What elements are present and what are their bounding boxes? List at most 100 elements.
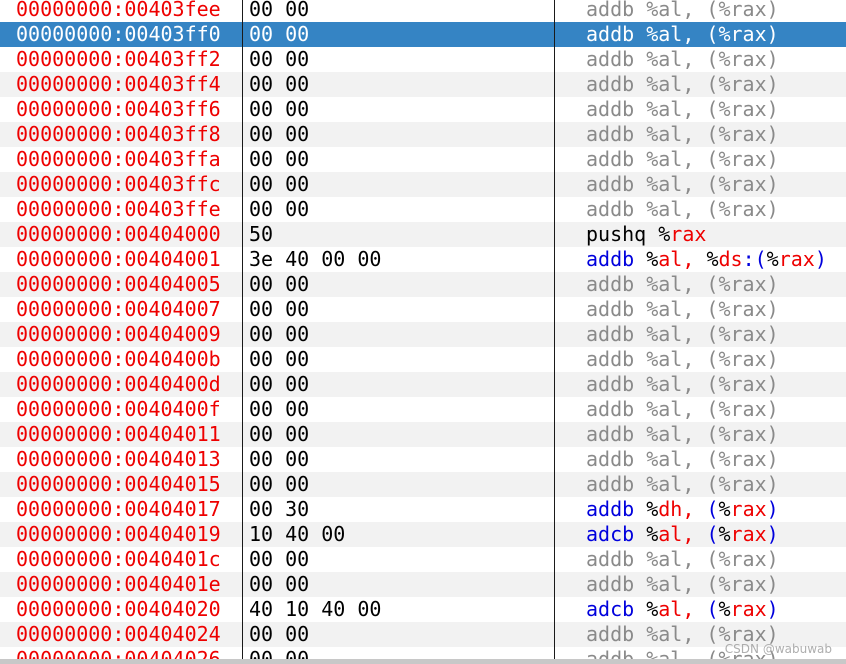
instruction-token: % — [718, 497, 731, 521]
address-cell: 00000000:00404020 — [16, 597, 221, 621]
bytes-cell: 00 00 — [249, 272, 310, 296]
instruction-token: % — [718, 522, 731, 546]
bytes-cell: 00 00 — [249, 97, 310, 121]
table-row[interactable]: 00000000:00404011 00 00 addb %al, (%rax) — [0, 422, 846, 447]
instruction-cell: addb %al, (%rax) — [586, 122, 779, 147]
table-row[interactable]: 00000000:00404020 40 10 40 00 adcb %al, (%… — [0, 597, 846, 622]
instruction-token: % — [646, 247, 659, 271]
instruction-token: addb %al, (%rax) — [586, 447, 779, 471]
address-cell: 00000000:0040401c — [16, 547, 221, 571]
table-row[interactable]: 00000000:00404001 3e 40 00 00 addb %al, %d… — [0, 247, 846, 272]
address-cell: 00000000:00404001 — [16, 247, 221, 271]
instruction-token: addb — [586, 247, 647, 271]
instruction-cell: addb %al, (%rax) — [586, 47, 779, 72]
instruction-token: addb %al, (%rax) — [586, 547, 779, 571]
instruction-cell: addb %al, %ds:(%rax) — [586, 247, 827, 272]
instruction-token: addb %al, (%rax) — [586, 572, 779, 596]
table-row[interactable]: 00000000:00403ffc 00 00 addb %al, (%rax) — [0, 172, 846, 197]
bytes-cell: 00 00 — [249, 572, 310, 596]
instruction-cell: addb %al, (%rax) — [586, 397, 779, 422]
table-row[interactable]: 00000000:0040401c 00 00 addb %al, (%rax) — [0, 547, 846, 572]
instruction-cell: addb %dh, (%rax) — [586, 497, 779, 522]
table-row[interactable]: 00000000:00404019 10 40 00 adcb %al, (%rax… — [0, 522, 846, 547]
table-row[interactable]: 00000000:00403fee 00 00 addb %al, (%rax) — [0, 0, 846, 22]
instruction-token: addb %al, (%rax) — [586, 397, 779, 421]
instruction-token: dh, — [658, 497, 707, 521]
table-row[interactable]: 00000000:00404005 00 00 addb %al, (%rax) — [0, 272, 846, 297]
table-row[interactable]: 00000000:00404009 00 00 addb %al, (%rax) — [0, 322, 846, 347]
table-row[interactable]: 00000000:00403ff2 00 00 addb %al, (%rax) — [0, 47, 846, 72]
instruction-token: :( — [742, 247, 767, 271]
instruction-token: ( — [706, 522, 719, 546]
instruction-token: pushq % — [586, 222, 671, 246]
bytes-cell: 00 00 — [249, 22, 310, 46]
bytes-cell: 00 00 — [249, 472, 310, 496]
instruction-token: rax — [730, 497, 767, 521]
disassembly-rows[interactable]: 00000000:00403fee 00 00 addb %al, (%rax) 00… — [0, 0, 846, 664]
address-cell: 00000000:00404024 — [16, 622, 221, 646]
table-row[interactable]: 00000000:0040400f 00 00 addb %al, (%rax) — [0, 397, 846, 422]
table-row[interactable]: 00000000:00404015 00 00 addb %al, (%rax) — [0, 472, 846, 497]
table-row[interactable]: 00000000:00403ff0 00 00 addb %al, (%rax) — [0, 22, 846, 47]
instruction-token: % — [646, 497, 659, 521]
instruction-cell: adcb %al, (%rax) — [586, 522, 779, 547]
instruction-cell: addb %al, (%rax) — [586, 172, 779, 197]
address-cell: 00000000:00404015 — [16, 472, 221, 496]
table-row[interactable]: 00000000:0040401e 00 00 addb %al, (%rax) — [0, 572, 846, 597]
bytes-cell: 00 00 — [249, 622, 310, 646]
instruction-token: % — [766, 247, 779, 271]
instruction-token: rax — [778, 247, 815, 271]
table-row[interactable]: 00000000:00403ffa 00 00 addb %al, (%rax) — [0, 147, 846, 172]
instruction-token: addb %al, (%rax) — [586, 172, 779, 196]
instruction-token: % — [718, 597, 731, 621]
address-cell: 00000000:00403ff0 — [16, 22, 221, 46]
instruction-token: addb %al, (%rax) — [586, 122, 779, 146]
bytes-cell: 10 40 00 — [249, 522, 346, 546]
instruction-cell: addb %al, (%rax) — [586, 147, 779, 172]
address-cell: 00000000:00404011 — [16, 422, 221, 446]
bytes-cell: 00 00 — [249, 147, 310, 171]
table-row[interactable]: 00000000:00403ff4 00 00 addb %al, (%rax) — [0, 72, 846, 97]
address-cell: 00000000:0040400b — [16, 347, 221, 371]
address-cell: 00000000:00404007 — [16, 297, 221, 321]
table-row[interactable]: 00000000:00404007 00 00 addb %al, (%rax) — [0, 297, 846, 322]
address-cell: 00000000:00403ffc — [16, 172, 221, 196]
table-row[interactable]: 00000000:00403ff6 00 00 addb %al, (%rax) — [0, 97, 846, 122]
table-row[interactable]: 00000000:00403ffe 00 00 addb %al, (%rax) — [0, 197, 846, 222]
instruction-token: ) — [814, 247, 827, 271]
address-cell: 00000000:00404000 — [16, 222, 221, 246]
bytes-cell: 00 00 — [249, 47, 310, 71]
address-cell: 00000000:00404013 — [16, 447, 221, 471]
table-row[interactable]: 00000000:0040400b 00 00 addb %al, (%rax) — [0, 347, 846, 372]
table-row[interactable]: 00000000:00404000 50 pushq %rax — [0, 222, 846, 247]
instruction-token: addb %al, (%rax) — [586, 372, 779, 396]
instruction-token: addb — [586, 497, 647, 521]
table-row[interactable]: 00000000:00404017 00 30 addb %dh, (%rax) — [0, 497, 846, 522]
table-row[interactable]: 00000000:0040400d 00 00 addb %al, (%rax) — [0, 372, 846, 397]
address-cell: 00000000:00403ffe — [16, 197, 221, 221]
table-row[interactable]: 00000000:00404024 00 00 addb %al, (%rax) — [0, 622, 846, 647]
address-cell: 00000000:0040400d — [16, 372, 221, 396]
instruction-cell: addb %al, (%rax) — [586, 347, 779, 372]
bytes-cell: 00 00 — [249, 447, 310, 471]
instruction-cell: addb %al, (%rax) — [586, 22, 779, 47]
instruction-cell: adcb %al, (%rax) — [586, 597, 779, 622]
instruction-token: ds — [718, 247, 743, 271]
address-cell: 00000000:00403ffa — [16, 147, 221, 171]
instruction-cell: addb %al, (%rax) — [586, 197, 779, 222]
instruction-token: addb %al, (%rax) — [586, 22, 779, 46]
instruction-cell: addb %al, (%rax) — [586, 72, 779, 97]
bytes-cell: 00 00 — [249, 347, 310, 371]
watermark: CSDN @wabuwab — [724, 642, 832, 656]
instruction-token: addb %al, (%rax) — [586, 72, 779, 96]
table-row[interactable]: 00000000:00403ff8 00 00 addb %al, (%rax) — [0, 122, 846, 147]
disassembly-viewer[interactable]: 00000000:00403fee 00 00 addb %al, (%rax) 00… — [0, 0, 846, 664]
instruction-token: ) — [766, 497, 779, 521]
horizontal-scrollbar[interactable] — [0, 659, 846, 664]
bytes-cell: 00 00 — [249, 172, 310, 196]
table-row[interactable]: 00000000:00404013 00 00 addb %al, (%rax) — [0, 447, 846, 472]
instruction-token: rax — [730, 522, 767, 546]
instruction-token: % — [646, 522, 659, 546]
address-cell: 00000000:00403ff8 — [16, 122, 221, 146]
instruction-cell: addb %al, (%rax) — [586, 547, 779, 572]
